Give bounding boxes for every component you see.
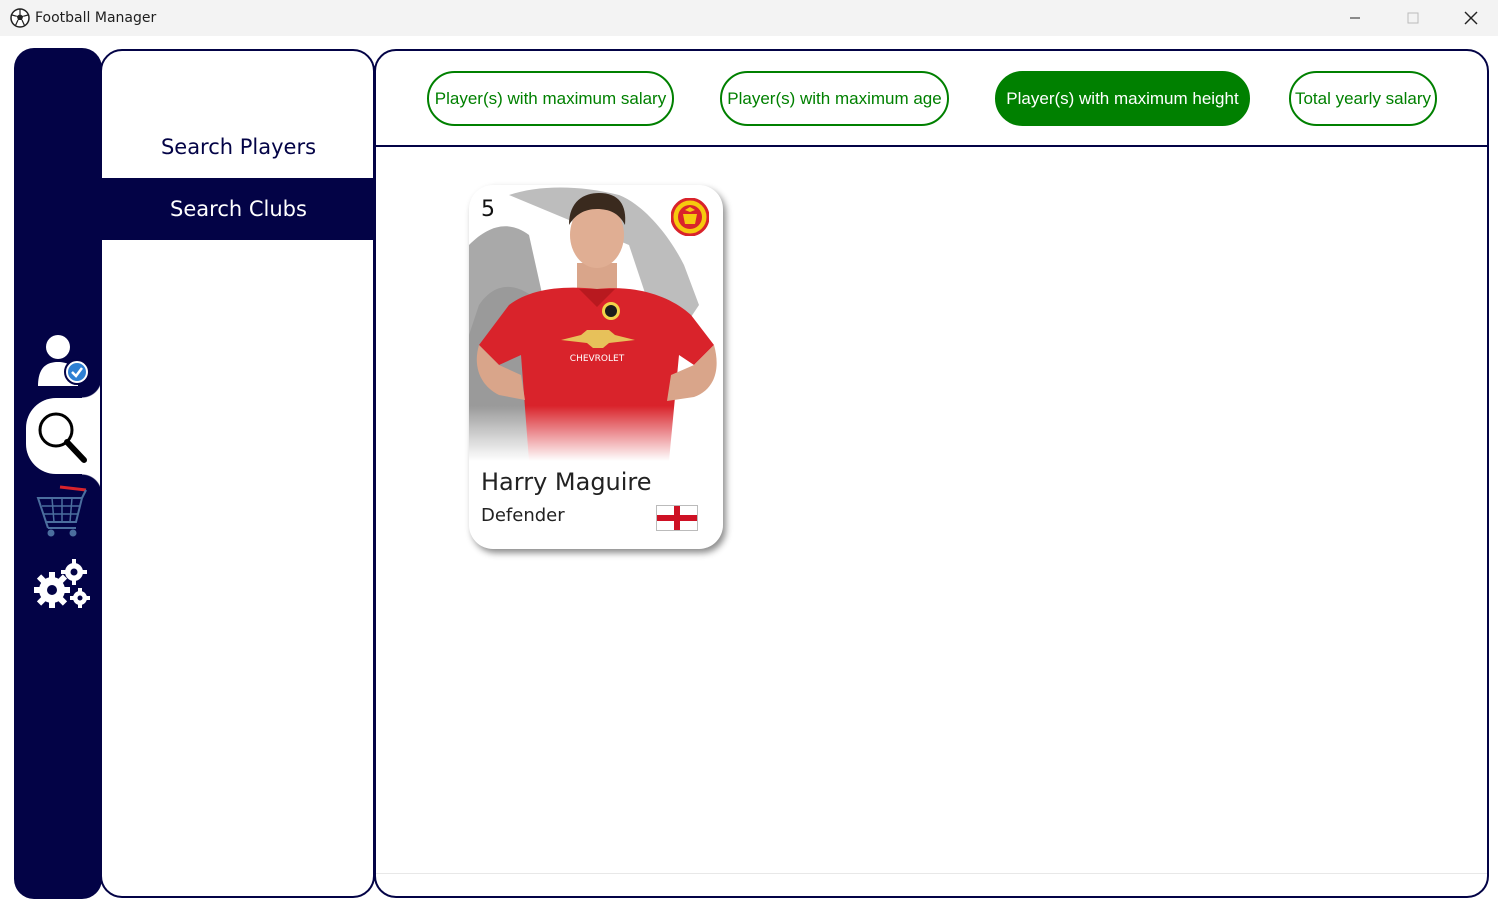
main-content-panel: Player(s) with maximum salary Player(s) … [374,49,1489,898]
shopping-cart-icon [36,485,87,537]
nav-search-button[interactable] [34,406,90,466]
player-card[interactable]: CHEVROLET 5 Harry Maguire Defender [469,185,723,549]
max-salary-filter-button[interactable]: Player(s) with maximum salary [427,71,674,126]
soccer-ball-icon [10,8,30,28]
england-flag-icon [656,505,698,531]
header-divider [376,145,1487,147]
user-verified-icon [38,335,90,386]
minimize-icon [1350,17,1360,19]
manchester-united-crest-icon [671,198,709,236]
nav-settings-button[interactable] [34,556,92,610]
search-clubs-item[interactable]: Search Clubs [102,178,373,240]
total-salary-filter-button[interactable]: Total yearly salary [1289,71,1437,126]
search-players-item[interactable]: Search Players [102,116,373,178]
window-title: Football Manager [35,10,157,26]
search-icon [38,412,87,463]
minimize-button[interactable] [1326,0,1384,36]
close-button[interactable] [1442,0,1498,36]
maximize-button[interactable] [1384,0,1442,36]
player-name: Harry Maguire [481,468,652,496]
title-bar: Football Manager [0,0,1498,36]
settings-gears-icon [34,559,90,608]
close-icon [1464,11,1478,25]
player-number: 5 [481,197,495,222]
nav-players-button[interactable] [32,330,92,390]
footer-divider [376,873,1487,874]
player-position: Defender [481,505,565,526]
search-menu-panel: Search Players Search Clubs [100,49,375,898]
maximize-icon [1407,12,1419,24]
max-height-filter-button[interactable]: Player(s) with maximum height [995,71,1250,126]
max-age-filter-button[interactable]: Player(s) with maximum age [720,71,949,126]
nav-market-button[interactable] [34,482,90,540]
